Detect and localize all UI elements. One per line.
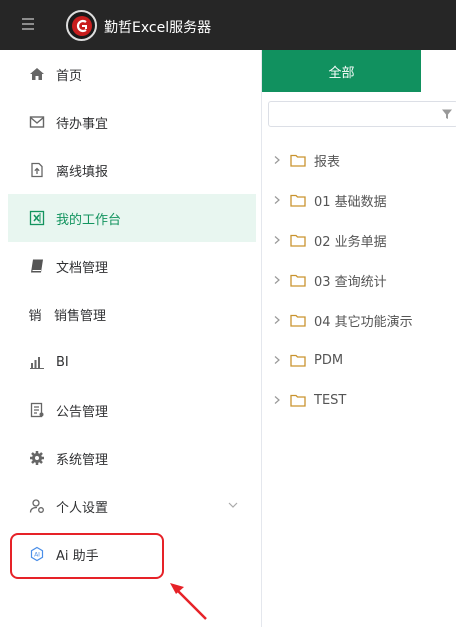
excel-icon — [28, 209, 46, 227]
tree-item-label: 03 查询统计 — [314, 274, 387, 290]
sidebar-item-label: 待办事宜 — [56, 116, 109, 132]
sidebar-item-label: 销售管理 — [54, 308, 107, 324]
tree-item-label: TEST — [314, 392, 347, 408]
chevron-right-icon[interactable] — [272, 155, 282, 165]
app-title: 勤哲Excel服务器 — [104, 20, 212, 36]
sidebar-item-todo[interactable]: 待办事宜 — [8, 98, 256, 146]
gear-icon — [28, 449, 46, 467]
tree-item-label: 01 基础数据 — [314, 194, 387, 210]
tree-item-label: 02 业务单据 — [314, 234, 387, 250]
sidebar-item-label: 首页 — [56, 68, 83, 84]
tree-item-basic-data[interactable]: 01 基础数据 — [272, 188, 387, 212]
chevron-right-icon[interactable] — [272, 315, 282, 325]
tree-item-label: PDM — [314, 352, 344, 368]
notice-icon — [28, 401, 46, 419]
category-panel: 全部 报表 01 基础数据 02 业务单据 03 查询统计 04 其它功能演示 … — [262, 50, 456, 627]
sidebar-item-documents[interactable]: 文档管理 — [8, 242, 256, 290]
folder-icon — [290, 274, 306, 287]
tab-all[interactable]: 全部 — [262, 50, 421, 92]
tree-item-label: 报表 — [314, 154, 341, 170]
bar-chart-icon — [28, 353, 46, 371]
sidebar-item-label: 个人设置 — [56, 500, 109, 516]
chevron-right-icon[interactable] — [272, 275, 282, 285]
sidebar-item-label: 我的工作台 — [56, 212, 122, 228]
folder-icon — [290, 394, 306, 407]
tree-item-other-demos[interactable]: 04 其它功能演示 — [272, 308, 413, 332]
xiao-char-icon: 销 — [28, 308, 42, 324]
sidebar-item-label: 系统管理 — [56, 452, 109, 468]
search-field[interactable] — [268, 101, 456, 127]
sidebar-item-workbench[interactable]: 我的工作台 — [8, 194, 256, 242]
sidebar-item-notices[interactable]: 公告管理 — [8, 386, 256, 434]
upload-file-icon — [28, 161, 46, 179]
annotation-highlight-box — [10, 533, 164, 579]
book-icon — [28, 257, 46, 275]
app-logo — [66, 10, 97, 41]
filter-icon[interactable] — [441, 108, 453, 120]
sidebar-item-label: 离线填报 — [56, 164, 109, 180]
chevron-right-icon[interactable] — [272, 355, 282, 365]
sidebar-item-sales[interactable]: 销 销售管理 — [8, 290, 256, 338]
menu-toggle-icon[interactable] — [22, 18, 34, 30]
home-icon — [28, 65, 46, 83]
folder-icon — [290, 234, 306, 247]
tree-item-reports[interactable]: 报表 — [272, 148, 340, 172]
chevron-right-icon[interactable] — [272, 395, 282, 405]
folder-icon — [290, 194, 306, 207]
tree-item-business-docs[interactable]: 02 业务单据 — [272, 228, 387, 252]
tree-item-label: 04 其它功能演示 — [314, 314, 413, 330]
sidebar-item-home[interactable]: 首页 — [8, 50, 256, 98]
sidebar-item-label: BI — [56, 354, 69, 370]
tree-item-test[interactable]: TEST — [272, 388, 346, 412]
sidebar-item-system[interactable]: 系统管理 — [8, 434, 256, 482]
user-settings-icon — [28, 497, 46, 515]
chevron-right-icon[interactable] — [272, 235, 282, 245]
tree-item-query-stats[interactable]: 03 查询统计 — [272, 268, 387, 292]
mail-icon — [28, 113, 46, 131]
sidebar-item-personal[interactable]: 个人设置 — [8, 482, 256, 530]
search-input[interactable] — [275, 102, 429, 126]
sidebar-item-bi[interactable]: BI — [8, 338, 256, 386]
sidebar-item-label: 文档管理 — [56, 260, 109, 276]
tree-item-pdm[interactable]: PDM — [272, 348, 343, 372]
annotation-arrow-icon — [170, 583, 207, 620]
sidebar-item-label: 公告管理 — [56, 404, 109, 420]
folder-icon — [290, 154, 306, 167]
top-bar: 勤哲Excel服务器 — [0, 0, 456, 50]
folder-icon — [290, 354, 306, 367]
chevron-down-icon[interactable] — [228, 500, 238, 510]
folder-icon — [290, 314, 306, 327]
sidebar-item-offline[interactable]: 离线填报 — [8, 146, 256, 194]
chevron-right-icon[interactable] — [272, 195, 282, 205]
